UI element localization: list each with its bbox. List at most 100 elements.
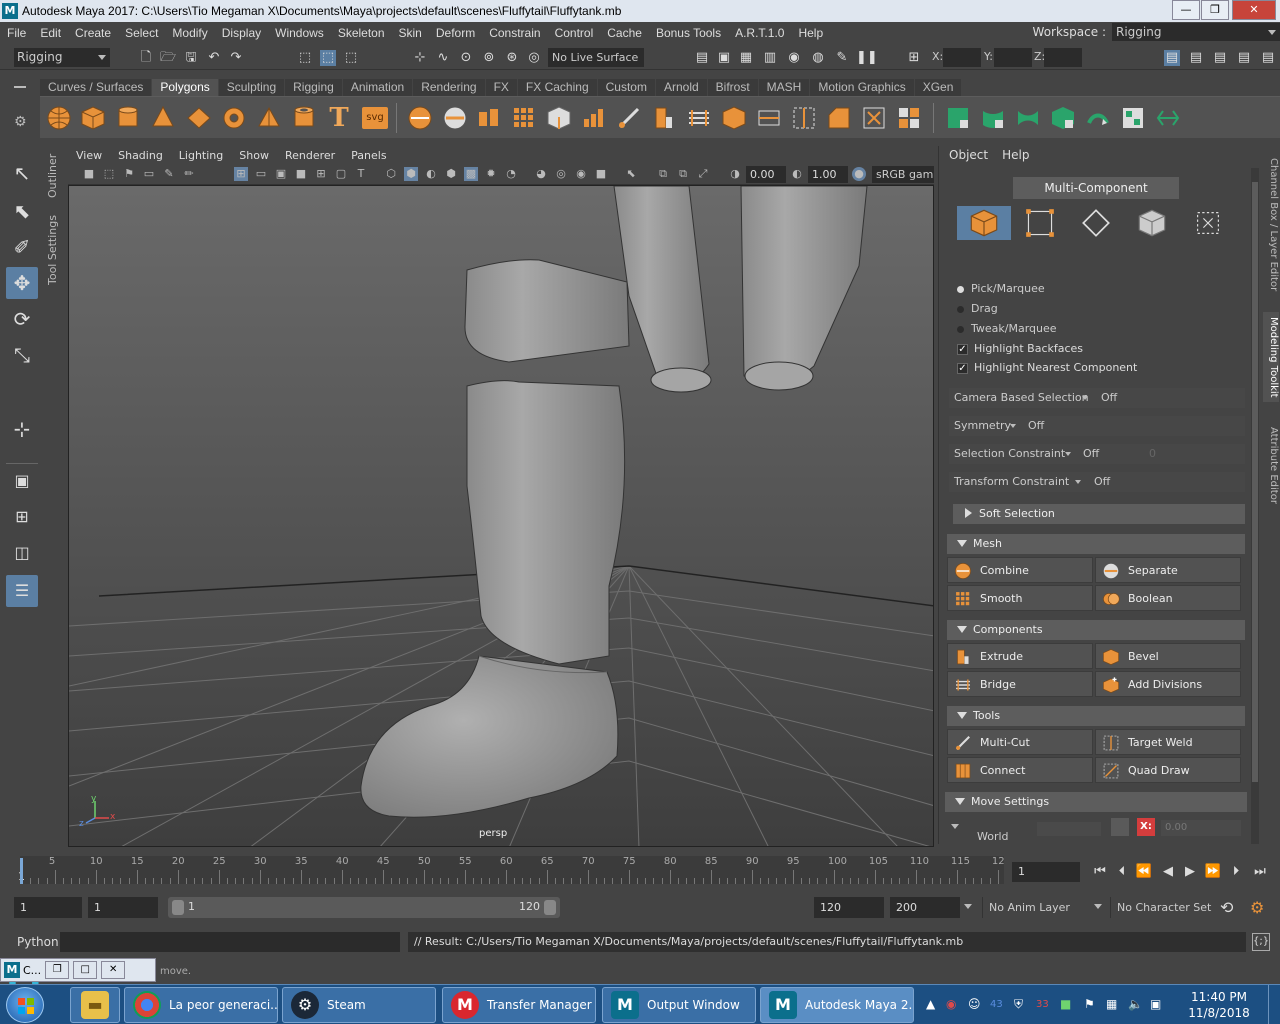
time-slider[interactable]: 5 10 15 20 25 30 35 40 45 50 55 60 65 70 75 80 85 90 95 100… <box>0 852 1280 886</box>
taskbar-item-output-window[interactable]: M Output Window <box>602 987 756 1023</box>
perspective-viewport[interactable]: y x z persp <box>68 185 934 847</box>
mesh-section-header[interactable]: Mesh <box>947 534 1245 554</box>
step-back-icon[interactable]: ⏴ <box>1112 864 1132 879</box>
uv-unfold-icon[interactable] <box>1085 105 1111 131</box>
face-mode-button[interactable] <box>1125 206 1179 240</box>
current-frame-field[interactable]: 1 <box>1012 862 1080 882</box>
menu-create[interactable]: Create <box>68 26 118 40</box>
menu-edit[interactable]: Edit <box>33 26 68 40</box>
pick-marquee-radio[interactable]: Pick/Marquee <box>957 282 1045 295</box>
shelf-tab-rigging[interactable]: Rigging <box>285 79 342 96</box>
time-slider-track[interactable]: 5 10 15 20 25 30 35 40 45 50 55 60 65 70 75 80 85 90 95 100… <box>20 856 1005 884</box>
tool-settings-toggle-icon[interactable]: ▤ <box>1212 50 1228 66</box>
discord-icon[interactable]: ☺ <box>968 997 981 1011</box>
uv-editor-icon[interactable] <box>945 105 971 131</box>
maximize-button[interactable]: □ <box>73 961 98 979</box>
x-field[interactable] <box>943 48 981 67</box>
snap-view-icon[interactable]: ⊚ <box>481 50 497 66</box>
chevron-down-icon[interactable] <box>964 904 972 909</box>
vertex-mode-button[interactable] <box>1013 206 1067 240</box>
viewport-menu-shading[interactable]: Shading <box>110 148 171 164</box>
range-slider-bar[interactable]: 1 120 <box>168 897 560 918</box>
world-field[interactable] <box>1037 822 1101 836</box>
insert-edge-loop-icon[interactable] <box>756 105 782 131</box>
attribute-editor-tab[interactable]: Attribute Editor <box>1263 422 1279 508</box>
taskbar-item-steam[interactable]: ⚙ Steam <box>282 987 436 1023</box>
animation-preferences-icon[interactable]: ⚙ <box>1250 898 1264 917</box>
split-face-icon[interactable] <box>896 105 922 131</box>
toolkit-scrollbar[interactable] <box>1251 168 1259 844</box>
gate-mask-icon[interactable]: ■ <box>294 167 308 181</box>
exposure-field[interactable]: 0.00 <box>746 166 786 183</box>
taskbar-item-chrome[interactable]: La peor generaci... <box>124 987 278 1023</box>
shelf-tab-bifrost[interactable]: Bifrost <box>707 79 758 96</box>
close-button[interactable]: ✕ <box>1232 0 1276 20</box>
snap-live-icon[interactable]: ◎ <box>526 50 542 66</box>
shelf-tab-arnold[interactable]: Arnold <box>655 79 707 96</box>
combine-icon[interactable] <box>407 105 433 131</box>
character-set-dropdown[interactable]: No Character Set <box>1110 897 1212 918</box>
four-pane-layout-icon[interactable]: ⊞ <box>6 501 38 533</box>
step-forward-key-icon[interactable]: ⏩ <box>1203 864 1223 879</box>
paint-select-tool-icon[interactable]: ✐ <box>6 231 38 263</box>
wireframe-icon[interactable]: ⬡ <box>384 167 398 181</box>
camera-select-icon[interactable]: ■ <box>82 167 96 181</box>
shelf-tab-xgen[interactable]: XGen <box>914 79 962 96</box>
shelf-tab-fx[interactable]: FX <box>485 79 517 96</box>
default-material-icon[interactable]: ◐ <box>424 167 438 181</box>
show-desktop-button[interactable] <box>1268 985 1280 1024</box>
viewport-menu-show[interactable]: Show <box>231 148 277 164</box>
chevron-down-icon[interactable] <box>1094 904 1102 909</box>
render-settings-icon[interactable]: ▥ <box>762 50 778 66</box>
play-forwards-icon[interactable]: ▶ <box>1180 864 1200 879</box>
camera-based-selection-row[interactable]: Camera Based Selection Off <box>949 388 1245 408</box>
components-section-header[interactable]: Components <box>947 620 1245 640</box>
viewport-menu-view[interactable]: View <box>68 148 110 164</box>
playback-end-field[interactable]: 120 <box>814 897 884 918</box>
command-input[interactable] <box>60 932 400 952</box>
soft-selection-header[interactable]: Soft Selection <box>953 504 1245 524</box>
start-button[interactable] <box>6 987 44 1023</box>
multi-cut-button[interactable]: Multi-Cut <box>947 729 1093 755</box>
step-back-key-icon[interactable]: ⏪ <box>1134 864 1154 879</box>
channel-box-toggle-icon[interactable]: ▤ <box>1236 50 1252 66</box>
smooth-icon[interactable] <box>511 105 537 131</box>
use-all-lights-icon[interactable]: ✹ <box>484 167 498 181</box>
poly-cylinder-icon[interactable] <box>115 105 141 131</box>
scale-tool-icon[interactable]: ⤡ <box>6 339 38 371</box>
menu-help[interactable]: Help <box>791 26 830 40</box>
safe-title-icon[interactable]: T <box>354 167 368 181</box>
snap-grid-icon[interactable]: ⊹ <box>412 50 428 66</box>
uv-automatic-icon[interactable] <box>1050 105 1076 131</box>
edge-mode-button[interactable] <box>1069 206 1123 240</box>
z-field[interactable] <box>1044 48 1082 67</box>
render-frame-icon[interactable]: ▣ <box>716 50 732 66</box>
camera-attributes-icon[interactable]: ⬚ <box>102 167 116 181</box>
outliner-layout-icon[interactable]: ☰ <box>6 575 38 607</box>
workspace-dropdown[interactable]: Rigging <box>1112 23 1280 41</box>
x-axis-badge[interactable]: X: <box>1137 818 1155 836</box>
boolean-button[interactable]: Boolean <box>1095 585 1241 611</box>
select-tool-icon[interactable]: ↖ <box>6 157 38 189</box>
select-component-icon[interactable]: ⬚ <box>343 50 359 66</box>
resolution-gate-icon[interactable]: ▣ <box>274 167 288 181</box>
restore-button[interactable]: ❐ <box>1201 0 1229 20</box>
shelf-tab-curves-surfaces[interactable]: Curves / Surfaces <box>40 79 152 96</box>
xray-joints-icon[interactable]: ⧉ <box>656 167 670 181</box>
poly-torus-icon[interactable] <box>221 105 247 131</box>
image-plane-icon[interactable]: ▭ <box>142 167 156 181</box>
transform-mode-icon[interactable]: ⊞ <box>906 50 922 66</box>
frame-icon[interactable]: ⤢ <box>696 167 710 181</box>
x-value-field[interactable]: 0.00 <box>1161 820 1241 836</box>
offset-edge-loop-icon[interactable] <box>791 105 817 131</box>
auto-key-icon[interactable]: ⟲ <box>1220 898 1233 917</box>
shelf-tab-rendering[interactable]: Rendering <box>413 79 485 96</box>
menu-art[interactable]: A.R.T.1.0 <box>728 26 791 40</box>
viewport-menu-panels[interactable]: Panels <box>343 148 394 164</box>
isolate-select-icon[interactable]: ■ <box>594 167 608 181</box>
axis-toggle[interactable] <box>1111 818 1129 836</box>
minimize-button[interactable]: — <box>1172 0 1200 20</box>
extrude-button[interactable]: Extrude <box>947 643 1093 669</box>
tray-expand-icon[interactable]: ▲ <box>926 997 935 1011</box>
menu-display[interactable]: Display <box>215 26 268 40</box>
